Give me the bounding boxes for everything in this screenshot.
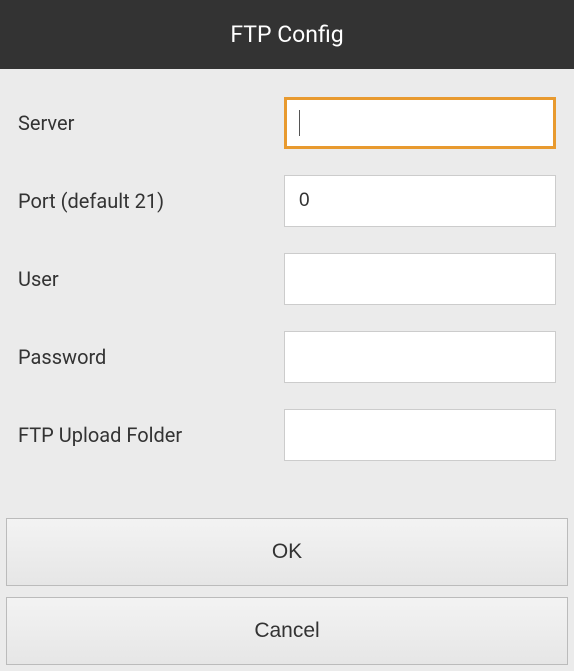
user-input[interactable] <box>284 253 556 305</box>
upload-folder-input[interactable] <box>284 409 556 461</box>
dialog-title: FTP Config <box>230 21 343 48</box>
text-cursor-icon <box>299 110 300 136</box>
ok-button-label: OK <box>272 540 302 564</box>
port-input-wrapper <box>284 175 556 227</box>
port-row: Port (default 21) <box>18 175 556 227</box>
user-label: User <box>18 267 284 291</box>
server-row: Server <box>18 97 556 149</box>
user-input-wrapper <box>284 253 556 305</box>
port-label: Port (default 21) <box>18 189 284 213</box>
upload-folder-row: FTP Upload Folder <box>18 409 556 461</box>
server-input-wrapper <box>284 97 556 149</box>
password-input[interactable] <box>284 331 556 383</box>
server-label: Server <box>18 111 284 135</box>
port-input[interactable] <box>284 175 556 227</box>
server-input[interactable] <box>284 97 556 149</box>
password-label: Password <box>18 345 284 369</box>
button-container: OK Cancel <box>0 518 574 671</box>
password-input-wrapper <box>284 331 556 383</box>
form-container: Server Port (default 21) User Password F… <box>0 69 574 497</box>
password-row: Password <box>18 331 556 383</box>
upload-folder-input-wrapper <box>284 409 556 461</box>
cancel-button-label: Cancel <box>254 619 319 643</box>
upload-folder-label: FTP Upload Folder <box>18 423 284 447</box>
cancel-button[interactable]: Cancel <box>6 597 568 665</box>
dialog-header: FTP Config <box>0 0 574 69</box>
user-row: User <box>18 253 556 305</box>
ok-button[interactable]: OK <box>6 518 568 586</box>
